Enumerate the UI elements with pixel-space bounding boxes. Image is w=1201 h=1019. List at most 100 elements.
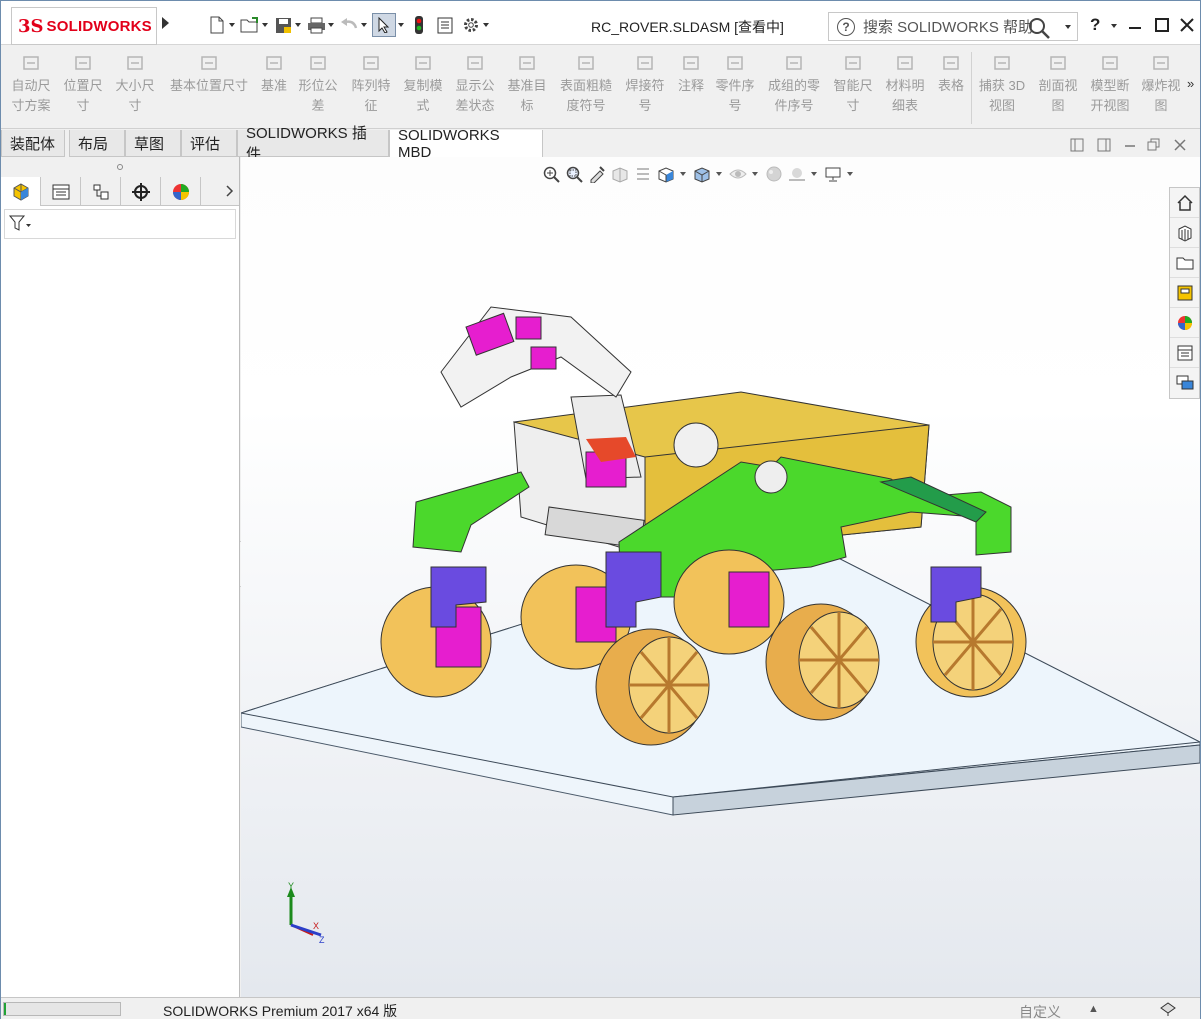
graphics-area[interactable]: Y X Z <box>241 157 1200 997</box>
ribbon-command-icon <box>842 52 864 74</box>
options-dropdown-icon[interactable] <box>483 23 489 27</box>
home-icon[interactable] <box>1170 188 1199 218</box>
ribbon-command-icon <box>680 52 702 74</box>
ribbon-button-17[interactable]: 表格 <box>935 52 967 96</box>
search-icon[interactable] <box>1027 16 1051 43</box>
ribbon-button-19[interactable]: 剖面视图 <box>1035 52 1081 116</box>
collapse-dot-icon[interactable] <box>117 164 123 170</box>
dimxpert-manager-tab-icon[interactable] <box>121 177 161 206</box>
ribbon-button-15[interactable]: 智能尺寸 <box>829 52 877 116</box>
cursor-icon[interactable] <box>372 13 396 37</box>
product-label: SOLIDWORKS Premium 2017 x64 版 <box>163 1003 398 1019</box>
tab-sketch[interactable]: 草图 <box>125 130 181 157</box>
ribbon-button-9[interactable]: 基准目标 <box>503 52 551 116</box>
ribbon-label-line1: 阵列特 <box>351 78 391 93</box>
configuration-manager-tab-icon[interactable] <box>81 177 121 206</box>
rover-model-render[interactable]: Y X Z <box>241 157 1200 997</box>
units-custom-button[interactable]: 自定义 <box>1019 1002 1061 1019</box>
ribbon-label-line2: 寸 <box>128 98 142 113</box>
help-button[interactable]: ? <box>1090 15 1100 35</box>
panel-collapse-bar[interactable] <box>1 157 239 177</box>
appearances-icon[interactable] <box>1170 308 1199 338</box>
ribbon-command-icon <box>575 52 597 74</box>
ribbon-button-6[interactable]: 阵列特征 <box>347 52 395 116</box>
tile-right-icon[interactable] <box>1097 138 1111 152</box>
open-document-icon[interactable] <box>240 15 260 35</box>
tab-layout[interactable]: 布局 <box>69 130 125 157</box>
ribbon-button-3[interactable]: 基本位置尺寸 <box>163 52 255 96</box>
ribbon-label-line2: 图 <box>1154 98 1168 113</box>
progress-bar <box>3 1002 121 1016</box>
filter-box[interactable] <box>4 209 236 239</box>
display-manager-tab-icon[interactable] <box>161 177 201 206</box>
ribbon-button-12[interactable]: 注释 <box>673 52 709 96</box>
ribbon-button-14[interactable]: 成组的零 件序号 <box>763 52 825 116</box>
file-explorer-icon[interactable] <box>1170 248 1199 278</box>
feature-manager-tab-icon[interactable] <box>1 177 41 206</box>
ribbon-label-line1: 基准 <box>260 78 287 93</box>
ribbon-button-10[interactable]: 表面粗糙 度符号 <box>556 52 616 116</box>
ribbon-label-line2: 式 <box>416 98 430 113</box>
save-icon[interactable] <box>273 15 293 35</box>
tab-solidworks-mbd[interactable]: SOLIDWORKS MBD <box>389 127 543 161</box>
view-palette-icon[interactable] <box>1170 278 1199 308</box>
ribbon-button-21[interactable]: 爆炸视图 <box>1139 52 1183 116</box>
ribbon-label-line1: 模型断 <box>1090 78 1130 93</box>
ribbon-more-button[interactable]: » <box>1187 74 1194 94</box>
menu-expand-arrow-icon[interactable] <box>162 17 169 29</box>
solidworks-window: 3S SOLIDWORKS RC_ROVER.SLDASM [查看中] ? 搜索… <box>0 0 1201 1019</box>
ribbon-button-4[interactable]: 基准 <box>256 52 292 96</box>
ribbon-button-13[interactable]: 零件序号 <box>711 52 759 116</box>
ribbon-button-8[interactable]: 显示公 差状态 <box>451 52 499 116</box>
undo-dropdown-icon[interactable] <box>361 23 367 27</box>
document-title: RC_ROVER.SLDASM [查看中] <box>591 19 784 35</box>
close-icon[interactable] <box>1177 15 1197 35</box>
help-dropdown-icon[interactable] <box>1111 24 1117 28</box>
ribbon-button-1[interactable]: 位置尺寸 <box>59 52 107 116</box>
viewport-close-icon[interactable] <box>1173 138 1187 152</box>
custom-properties-icon[interactable] <box>1170 338 1199 368</box>
tab-solidworks-addins[interactable]: SOLIDWORKS 插件 <box>237 125 389 163</box>
select-dropdown-icon[interactable] <box>398 23 404 27</box>
tab-assembly[interactable]: 装配体 <box>1 130 65 157</box>
ribbon-label-line1: 表面粗糙 <box>559 78 612 93</box>
solidworks-logo[interactable]: 3S SOLIDWORKS <box>11 7 157 45</box>
ribbon-button-5[interactable]: 形位公差 <box>294 52 342 116</box>
ribbon-label-line1: 爆炸视 <box>1141 78 1181 93</box>
minimize-icon[interactable] <box>1125 15 1145 35</box>
tile-left-icon[interactable] <box>1070 138 1084 152</box>
save-dropdown-icon[interactable] <box>295 23 301 27</box>
property-manager-tab-icon[interactable] <box>41 177 81 206</box>
ribbon-button-0[interactable]: 自动尺 寸方案 <box>7 52 55 116</box>
rebuild-status-icon[interactable] <box>1159 1000 1177 1019</box>
search-box[interactable]: ? 搜索 SOLIDWORKS 帮助 <box>828 12 1078 41</box>
tab-evaluate[interactable]: 评估 <box>181 130 237 157</box>
viewport-restore-icon[interactable] <box>1147 138 1161 152</box>
chevron-right-icon[interactable] <box>221 177 239 205</box>
design-library-icon[interactable] <box>1170 218 1199 248</box>
ribbon-button-7[interactable]: 复制模式 <box>399 52 447 116</box>
filter-icon[interactable] <box>8 214 31 235</box>
new-document-icon[interactable] <box>207 15 227 35</box>
units-caret-icon[interactable]: ▲ <box>1088 1003 1099 1015</box>
new-dropdown-icon[interactable] <box>229 23 235 27</box>
undo-icon[interactable] <box>339 15 359 35</box>
ribbon-command-icon <box>516 52 538 74</box>
command-manager-tabs: 装配体 布局 草图 评估 SOLIDWORKS 插件 SOLIDWORKS MB… <box>1 125 1200 163</box>
properties-icon[interactable] <box>435 15 455 35</box>
viewport-minimize-icon[interactable] <box>1123 138 1137 152</box>
print-dropdown-icon[interactable] <box>328 23 334 27</box>
search-dropdown-icon[interactable] <box>1065 25 1071 29</box>
ribbon-button-18[interactable]: 捕获 3D 视图 <box>975 52 1029 116</box>
ribbon-button-20[interactable]: 模型断 开视图 <box>1085 52 1135 116</box>
ribbon-button-2[interactable]: 大小尺寸 <box>111 52 159 116</box>
ribbon-button-16[interactable]: 材料明 细表 <box>881 52 929 116</box>
ribbon-button-11[interactable]: 焊接符号 <box>621 52 669 116</box>
maximize-icon[interactable] <box>1152 15 1172 35</box>
open-dropdown-icon[interactable] <box>262 23 268 27</box>
printer-icon[interactable] <box>306 15 326 35</box>
traffic-light-icon[interactable] <box>409 15 429 35</box>
gear-icon[interactable] <box>461 15 481 35</box>
ribbon-label-line1: 成组的零 <box>767 78 820 93</box>
forum-icon[interactable] <box>1170 368 1199 398</box>
